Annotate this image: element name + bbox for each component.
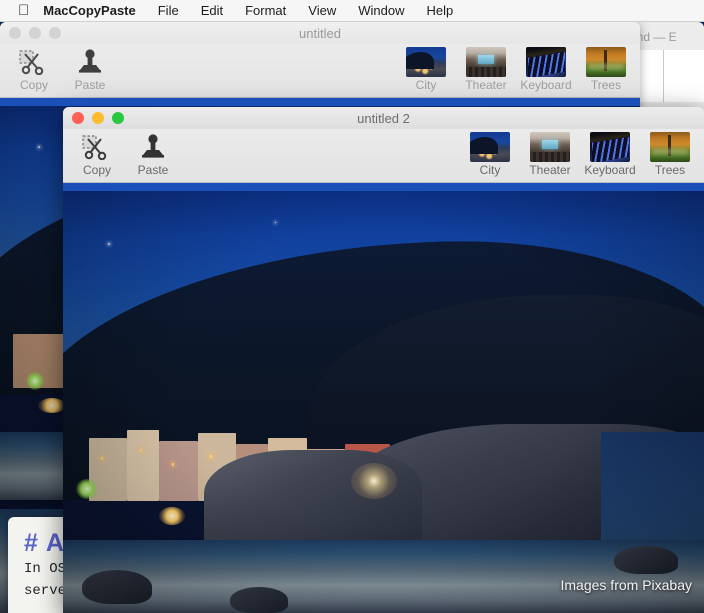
scissors-icon xyxy=(19,48,49,76)
thumbnail-label: Theater xyxy=(529,163,571,177)
paste-label: Paste xyxy=(74,78,106,92)
menu-item-help[interactable]: Help xyxy=(415,3,464,18)
thumbnail-strip: City Theater Keyboard Trees xyxy=(464,132,696,177)
window-title: untitled 2 xyxy=(357,110,410,126)
paste-button[interactable]: Paste xyxy=(129,133,177,177)
city-thumbnail[interactable] xyxy=(406,47,446,77)
thumbnail-label: Trees xyxy=(590,78,622,92)
window-untitled-2[interactable]: untitled 2 Copy Paste City Theater Keybo… xyxy=(63,107,704,613)
titlebar-untitled-2[interactable]: untitled 2 xyxy=(63,107,704,129)
selection-band xyxy=(0,98,640,106)
menu-item-view[interactable]: View xyxy=(297,3,347,18)
menu-item-window[interactable]: Window xyxy=(347,3,415,18)
macos-menu-bar:  MacCopyPaste File Edit Format View Win… xyxy=(0,0,704,22)
window-title: untitled xyxy=(299,25,341,41)
apple-logo-icon[interactable]:  xyxy=(18,3,29,18)
titlebar-untitled[interactable]: untitled xyxy=(0,22,640,44)
menu-item-app[interactable]: MacCopyPaste xyxy=(43,3,146,18)
thumbnail-keyboard[interactable]: Keyboard xyxy=(584,132,636,177)
thumbnail-label: Trees xyxy=(654,163,686,177)
thumbnail-label: Keyboard xyxy=(584,163,636,177)
thumbnail-label: Theater xyxy=(465,78,507,92)
thumbnail-strip: City Theater Keyboard Trees xyxy=(400,47,632,92)
editor-pane-right[interactable] xyxy=(663,50,704,102)
toolbar-untitled: Copy Paste City Theater Keyboard Trees xyxy=(0,44,640,98)
minimize-button[interactable] xyxy=(92,112,104,124)
minimize-button[interactable] xyxy=(29,27,41,39)
city-thumbnail[interactable] xyxy=(470,132,510,162)
thumbnail-theater[interactable]: Theater xyxy=(524,132,576,177)
keyboard-thumbnail[interactable] xyxy=(526,47,566,77)
trees-thumbnail[interactable] xyxy=(650,132,690,162)
traffic-lights xyxy=(63,112,124,124)
image-canvas-untitled-2[interactable]: Images from Pixabay xyxy=(63,183,704,613)
image-watermark: Images from Pixabay xyxy=(560,577,693,593)
copy-button[interactable]: Copy xyxy=(10,48,58,92)
theater-thumbnail[interactable] xyxy=(466,47,506,77)
copy-label: Copy xyxy=(19,78,48,92)
zoom-button[interactable] xyxy=(112,112,124,124)
selection-band xyxy=(63,183,704,191)
thumbnail-trees[interactable]: Trees xyxy=(580,47,632,92)
toolbar-untitled-2: Copy Paste City Theater Keyboard Trees xyxy=(63,129,704,183)
close-button[interactable] xyxy=(9,27,21,39)
traffic-lights xyxy=(0,27,61,39)
thumbnail-label: City xyxy=(479,163,501,177)
copy-label: Copy xyxy=(82,163,111,177)
stamp-icon xyxy=(75,48,105,76)
keyboard-thumbnail[interactable] xyxy=(590,132,630,162)
paste-button[interactable]: Paste xyxy=(66,48,114,92)
paste-label: Paste xyxy=(137,163,169,177)
thumbnail-city[interactable]: City xyxy=(400,47,452,92)
desktop: x.md — E # A In OS serve untitled Copy P… xyxy=(0,0,704,613)
thumbnail-theater[interactable]: Theater xyxy=(460,47,512,92)
thumbnail-keyboard[interactable]: Keyboard xyxy=(520,47,572,92)
close-button[interactable] xyxy=(72,112,84,124)
scissors-icon xyxy=(82,133,112,161)
stamp-icon xyxy=(138,133,168,161)
thumbnail-city[interactable]: City xyxy=(464,132,516,177)
menu-item-edit[interactable]: Edit xyxy=(190,3,234,18)
theater-thumbnail[interactable] xyxy=(530,132,570,162)
thumbnail-label: Keyboard xyxy=(520,78,572,92)
zoom-button[interactable] xyxy=(49,27,61,39)
copy-button[interactable]: Copy xyxy=(73,133,121,177)
menu-item-format[interactable]: Format xyxy=(234,3,297,18)
photo-untitled-2 xyxy=(63,183,704,613)
trees-thumbnail[interactable] xyxy=(586,47,626,77)
thumbnail-label: City xyxy=(415,78,437,92)
menu-item-file[interactable]: File xyxy=(147,3,190,18)
thumbnail-trees[interactable]: Trees xyxy=(644,132,696,177)
